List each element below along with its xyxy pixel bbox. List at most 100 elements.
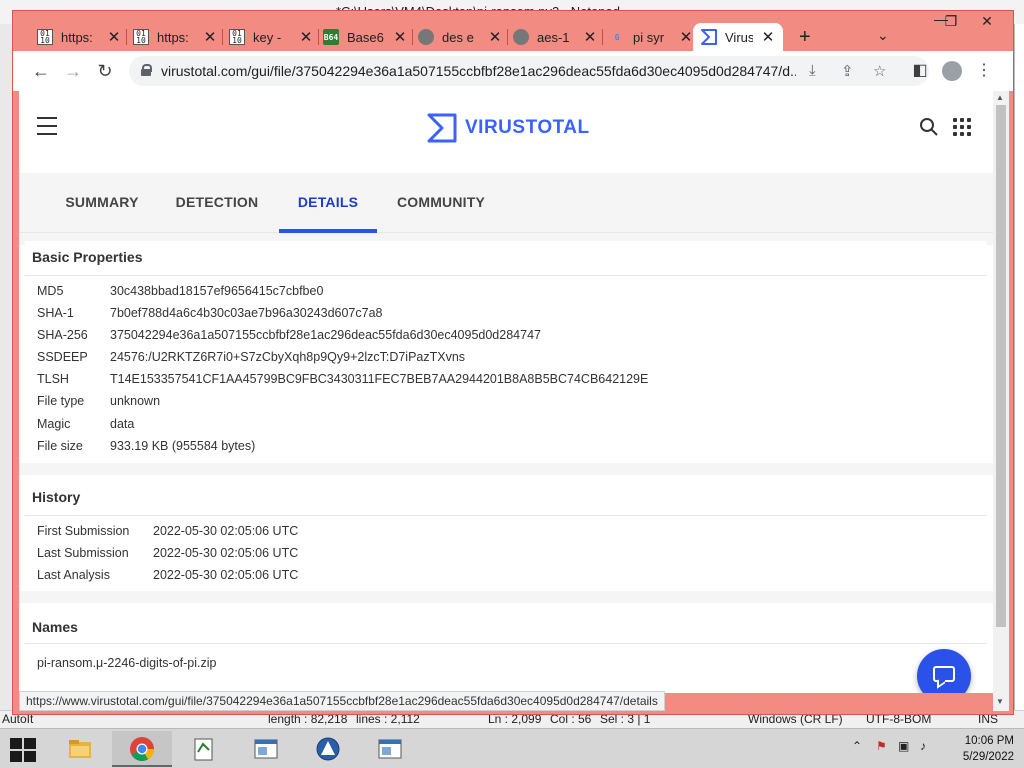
scroll-up-icon[interactable]: ▲	[996, 93, 1004, 102]
chat-bubble-icon	[933, 666, 955, 682]
tab-summary[interactable]: SUMMARY	[47, 173, 157, 233]
property-key: TLSH	[37, 372, 69, 386]
property-key: SHA-256	[37, 328, 88, 342]
divider	[25, 643, 987, 644]
browser-tab-1[interactable]: 01 10 https: ✕	[37, 23, 127, 51]
property-value: 933.19 KB (955584 bytes)	[110, 439, 256, 453]
vt-header: VIRUSTOTAL	[19, 91, 993, 163]
browser-tab-6[interactable]: aes-1 ✕	[513, 23, 603, 51]
network-icon[interactable]: ▣	[898, 739, 909, 753]
history-row: First Submission 2022-05-30 02:05:06 UTC	[37, 524, 298, 538]
property-row: SSDEEP 24576:/U2RKTZ6R7i0+S7zCbyXqh8p9Qy9…	[37, 350, 465, 364]
property-row: TLSH T14E153357541CF1AA45799BC9FBC3430311…	[37, 372, 648, 386]
tab-community[interactable]: COMMUNITY	[383, 173, 499, 233]
history-title: History	[32, 489, 81, 505]
browser-tab-active[interactable]: Virus ✕	[693, 23, 783, 51]
close-icon[interactable]: ✕	[107, 28, 121, 46]
property-key: SHA-1	[37, 306, 74, 320]
forward-arrow-icon[interactable]: →	[61, 59, 85, 83]
property-value[interactable]: T14E153357541CF1AA45799BC9FBC3430311FEC7…	[110, 372, 648, 386]
app-taskbar-button[interactable]	[236, 731, 296, 767]
hamburger-menu-icon[interactable]	[37, 117, 57, 135]
property-value[interactable]: 24576:/U2RKTZ6R7i0+S7zCbyXqh8p9Qy9+2lzcT…	[110, 350, 465, 364]
property-value[interactable]: 30c438bbad18157ef9656415c7cbfbe0	[110, 284, 323, 298]
chrome-window: 01 10 https: ✕ 01 10 https: ✕ 01 10 key - ✕…	[12, 10, 1014, 715]
tab-strip: 01 10 https: ✕ 01 10 https: ✕ 01 10 key - ✕…	[13, 11, 1013, 51]
browser-tab-5[interactable]: des e ✕	[418, 23, 508, 51]
virustotal-logo[interactable]: VIRUSTOTAL	[427, 113, 590, 143]
search-icon[interactable]	[919, 117, 939, 137]
history-key: First Submission	[37, 524, 130, 538]
tab-title: pi syr	[633, 29, 665, 45]
history-key: Last Analysis	[37, 568, 110, 582]
vt-tabs: SUMMARY DETECTION DETAILS COMMUNITY	[19, 173, 993, 233]
basic-properties-card: Basic Properties MD5 30c438bbad18157ef965…	[25, 241, 987, 461]
restore-button[interactable]: ❐	[933, 13, 969, 30]
history-value: 2022-05-30 02:05:06 UTC	[153, 546, 299, 560]
link-status-bubble: https://www.virustotal.com/gui/file/3750…	[19, 691, 665, 711]
share-icon[interactable]: ⇪	[841, 62, 854, 80]
tab-detection[interactable]: DETECTION	[157, 173, 277, 233]
tab-title: Virus	[725, 29, 753, 45]
browser-tab-4[interactable]: B64 Base6 ✕	[323, 23, 413, 51]
notepadpp-icon	[194, 738, 213, 761]
chrome-taskbar-button[interactable]	[112, 731, 172, 767]
close-icon[interactable]: ✕	[393, 28, 407, 46]
file-explorer-button[interactable]	[50, 731, 110, 767]
history-row: Last Submission 2022-05-30 02:05:06 UTC	[37, 546, 298, 560]
close-icon[interactable]: ✕	[583, 28, 597, 46]
property-value[interactable]: 7b0ef788d4a6c4b30c03ae7b96a30243d607c7a8	[110, 306, 383, 320]
property-row: SHA-1 7b0ef788d4a6c4b30c03ae7b96a30243d60…	[37, 306, 383, 320]
window-app-icon	[254, 739, 278, 759]
property-row: File type unknown	[37, 394, 160, 408]
lock-icon[interactable]	[141, 64, 152, 76]
browser-tab-3[interactable]: 01 10 key - ✕	[229, 23, 319, 51]
close-icon[interactable]: ✕	[203, 28, 217, 46]
close-icon[interactable]: ✕	[761, 28, 775, 46]
new-tab-button[interactable]: +	[799, 26, 811, 49]
logo-text: VIRUSTOTAL	[465, 117, 590, 138]
browser-tab-2[interactable]: 01 10 https: ✕	[133, 23, 223, 51]
bookmark-star-icon[interactable]: ☆	[873, 62, 886, 80]
editor-taskbar-button[interactable]	[174, 731, 234, 767]
property-row: File size 933.19 KB (955584 bytes)	[37, 439, 255, 453]
address-bar[interactable]: virustotal.com/gui/file/375042294e36a1a5…	[129, 56, 929, 86]
tray-chevron-icon[interactable]: ⌃	[852, 739, 862, 753]
tab-details[interactable]: DETAILS	[279, 173, 377, 233]
install-icon[interactable]: ⤓	[809, 62, 816, 79]
property-value[interactable]: 375042294e36a1a507155ccbfbf28e1ac296deac…	[110, 328, 541, 342]
apps-grid-icon[interactable]	[953, 118, 971, 136]
menu-kebab-icon[interactable]: ⋮	[973, 60, 995, 80]
section-gap	[19, 591, 993, 603]
close-window-button[interactable]: ✕	[969, 13, 1005, 30]
app2-taskbar-button[interactable]	[360, 731, 420, 767]
page-scrollbar[interactable]: ▲ ▼	[993, 91, 1009, 711]
property-key: MD5	[37, 284, 64, 298]
history-value: 2022-05-30 02:05:06 UTC	[153, 568, 299, 582]
close-icon[interactable]: ✕	[299, 28, 313, 46]
reload-icon[interactable]: ↻	[93, 59, 117, 83]
close-icon[interactable]: ✕	[679, 28, 693, 46]
flag-icon[interactable]: ⚑	[876, 739, 887, 753]
url-text[interactable]: virustotal.com/gui/file/375042294e36a1a5…	[161, 63, 796, 79]
back-arrow-icon[interactable]: ←	[29, 59, 53, 83]
profile-avatar[interactable]	[942, 61, 962, 81]
name-item: pi-ransom.μ-2246-digits-of-pi.zip	[37, 656, 217, 670]
google-icon: G	[614, 32, 620, 42]
scroll-down-icon[interactable]: ▼	[996, 697, 1004, 706]
tab-title: key -	[253, 29, 282, 45]
volume-icon[interactable]: ♪	[920, 739, 926, 753]
browser-tab-7[interactable]: G pi syr ✕	[609, 23, 693, 51]
system-clock[interactable]: 10:06 PM 5/29/2022	[944, 733, 1014, 765]
autoit-icon	[316, 737, 340, 761]
tab-search-icon[interactable]: ⌄	[877, 27, 889, 44]
divider	[25, 515, 987, 516]
sidepanel-icon[interactable]: ◧	[909, 60, 931, 80]
history-card: History First Submission 2022-05-30 02:05…	[25, 475, 987, 589]
close-icon[interactable]: ✕	[488, 28, 502, 46]
tab-title: des e	[442, 29, 474, 45]
binary-icon: 01 10	[229, 29, 245, 45]
windows-start-icon[interactable]	[10, 738, 36, 762]
scrollbar-thumb[interactable]	[996, 105, 1006, 627]
autoit-taskbar-button[interactable]	[298, 731, 358, 767]
